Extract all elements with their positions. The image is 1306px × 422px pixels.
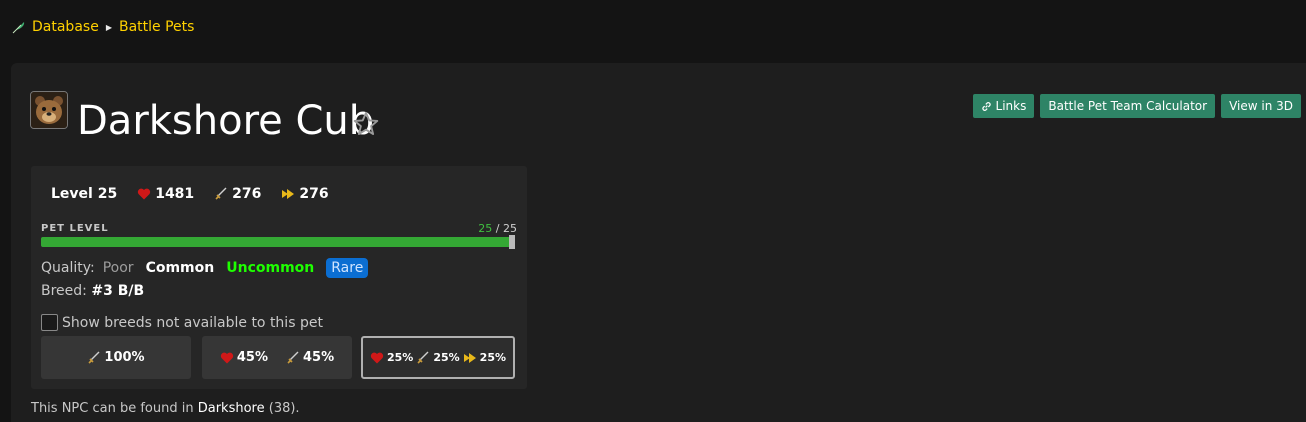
sword-icon bbox=[88, 351, 100, 364]
breed-toggle[interactable]: Show breeds not available to this pet bbox=[41, 314, 323, 331]
feather-icon bbox=[12, 22, 25, 34]
breed-option-power-value: 45% bbox=[303, 350, 335, 365]
level-stat: Level 25 bbox=[51, 186, 118, 202]
page-title: Darkshore Cub bbox=[77, 98, 375, 144]
heart-icon bbox=[220, 352, 234, 363]
power-value: 276 bbox=[232, 186, 262, 202]
breed-option-power-value: 100% bbox=[104, 350, 145, 365]
action-buttons: Links Battle Pet Team Calculator View in… bbox=[972, 94, 1301, 118]
location-prefix: This NPC can be found in bbox=[31, 401, 194, 416]
breed-option-3[interactable]: 25% 25% 25% bbox=[361, 336, 515, 379]
location-text: This NPC can be found in Darkshore (38). bbox=[31, 401, 300, 416]
breed-checkbox[interactable] bbox=[41, 314, 58, 331]
breed-option-health: 25% bbox=[370, 351, 413, 365]
stats-row: Level 25 1481 276 276 bbox=[51, 186, 329, 202]
breed-option-speed: 25% bbox=[463, 351, 506, 365]
breed-option-health: 45% bbox=[220, 350, 268, 365]
quality-label: Quality: bbox=[41, 260, 95, 276]
breed-label: Breed: bbox=[41, 283, 87, 299]
speed-stat: 276 bbox=[281, 186, 329, 202]
quality-rare[interactable]: Rare bbox=[326, 258, 369, 278]
sword-icon bbox=[417, 351, 429, 364]
pet-level-sep: / bbox=[492, 222, 503, 235]
breed-option-speed-value: 25% bbox=[479, 351, 507, 364]
pet-stats-box: Level 25 1481 276 276 PET LEVEL 25 / 25 bbox=[31, 166, 527, 389]
sword-icon bbox=[287, 351, 299, 364]
breed-value: #3 B/B bbox=[91, 283, 145, 299]
pet-level-fill bbox=[41, 237, 513, 247]
view-3d-button[interactable]: View in 3D bbox=[1221, 94, 1301, 118]
star-icon[interactable] bbox=[352, 110, 380, 138]
pet-level-slider[interactable] bbox=[41, 235, 515, 249]
breed-option-power-value: 25% bbox=[433, 351, 460, 364]
health-stat: 1481 bbox=[137, 186, 194, 202]
breed-option-2[interactable]: 45% 45% bbox=[202, 336, 352, 379]
speed-icon bbox=[282, 189, 295, 199]
speed-value: 276 bbox=[299, 186, 329, 202]
breadcrumb: Database ▶ Battle Pets bbox=[12, 19, 194, 35]
heart-icon bbox=[370, 352, 384, 363]
links-label: Links bbox=[995, 99, 1027, 113]
quality-uncommon[interactable]: Uncommon bbox=[226, 260, 314, 276]
quality-common[interactable]: Common bbox=[146, 260, 215, 276]
location-zone-link[interactable]: Darkshore bbox=[198, 401, 265, 416]
pet-level-handle[interactable] bbox=[509, 235, 515, 249]
breadcrumb-battle-pets[interactable]: Battle Pets bbox=[119, 19, 194, 35]
pet-level-label: PET LEVEL bbox=[41, 223, 109, 234]
quality-selector: Quality: Poor Common Uncommon Rare bbox=[41, 258, 369, 278]
sword-icon bbox=[215, 187, 227, 200]
power-stat: 276 bbox=[214, 186, 261, 202]
breed-line: Breed: #3 B/B bbox=[41, 283, 144, 299]
breed-option-power: 100% bbox=[87, 350, 145, 365]
quality-poor[interactable]: Poor bbox=[103, 260, 134, 276]
pet-level-current: 25 bbox=[478, 222, 493, 235]
pet-portrait-icon bbox=[30, 91, 68, 129]
pet-level-max: 25 bbox=[503, 222, 517, 235]
team-calculator-button[interactable]: Battle Pet Team Calculator bbox=[1040, 94, 1216, 118]
location-count: (38). bbox=[268, 401, 300, 416]
breed-option-health-value: 45% bbox=[236, 350, 268, 365]
links-button[interactable]: Links bbox=[972, 94, 1035, 118]
pet-level-count: 25 / 25 bbox=[478, 222, 517, 235]
health-value: 1481 bbox=[155, 186, 195, 202]
breed-option-1[interactable]: 100% bbox=[41, 336, 191, 379]
breed-toggle-label: Show breeds not available to this pet bbox=[62, 314, 323, 331]
breed-option-power: 45% bbox=[286, 350, 334, 365]
breadcrumb-database[interactable]: Database bbox=[32, 19, 99, 35]
breed-option-health-value: 25% bbox=[386, 351, 414, 364]
link-icon bbox=[981, 101, 991, 111]
chevron-right-icon: ▶ bbox=[105, 22, 112, 32]
heart-icon bbox=[138, 188, 151, 200]
breed-option-power: 25% bbox=[416, 351, 460, 365]
speed-icon bbox=[463, 352, 476, 363]
